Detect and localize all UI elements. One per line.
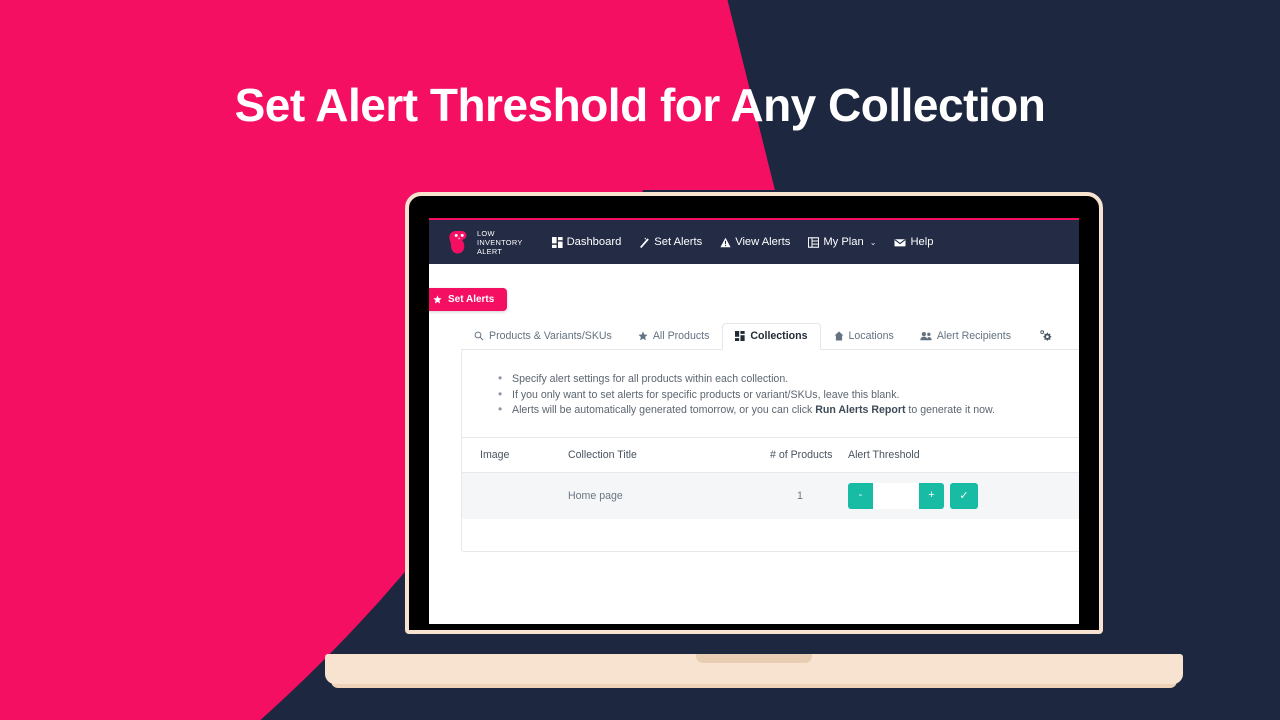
- app-navbar: LOW INVENTORY ALERT Dashboard Set Alerts…: [429, 218, 1079, 264]
- screenshot-stage: Set Alert Threshold for Any Collection L…: [0, 0, 1280, 720]
- table-icon: [808, 236, 820, 248]
- tab-label: Locations: [848, 330, 894, 342]
- threshold-stepper: - + ✓: [848, 482, 1079, 509]
- cell-product-count: 1: [797, 489, 803, 502]
- brand-logo[interactable]: LOW INVENTORY ALERT: [448, 229, 523, 256]
- star-icon: [433, 295, 442, 304]
- laptop-screen: LOW INVENTORY ALERT Dashboard Set Alerts…: [429, 218, 1079, 624]
- increment-button[interactable]: +: [919, 482, 944, 509]
- list-item: If you only want to set alerts for speci…: [498, 387, 1079, 404]
- run-alerts-report-link[interactable]: Run Alerts Report: [815, 404, 905, 416]
- envelope-icon: [894, 237, 906, 248]
- home-icon: [834, 331, 844, 341]
- table-header-row: Image Collection Title # of Products Ale…: [462, 436, 1079, 473]
- column-header-threshold: Alert Threshold: [848, 448, 920, 461]
- nav-label: Help: [910, 236, 934, 248]
- note-text: Alerts will be automatically generated t…: [512, 404, 816, 416]
- tab-label: Alert Recipients: [936, 330, 1012, 342]
- nav-item-help[interactable]: Help: [885, 236, 942, 248]
- list-item: Alerts will be automatically generated t…: [498, 402, 1079, 419]
- tab-alert-recipients[interactable]: Alert Recipients: [907, 323, 1024, 350]
- page-title: Set Alert Threshold for Any Collection: [234, 79, 1046, 131]
- search-icon: [474, 331, 484, 341]
- nav-item-my-plan[interactable]: My Plan ⌄: [799, 236, 885, 248]
- grid-icon: [735, 331, 746, 341]
- nav-label: Set Alerts: [654, 236, 703, 248]
- chevron-down-icon: ⌄: [869, 237, 877, 247]
- app-page: Set Alerts Products & Variants/SKUs All …: [429, 264, 1079, 624]
- column-header-count: # of Products: [770, 448, 833, 461]
- laptop-base: [325, 654, 1183, 684]
- tab-locations[interactable]: Locations: [821, 323, 907, 350]
- list-item: Specify alert settings for all products …: [498, 371, 1079, 388]
- owl-logo-icon: [448, 229, 470, 255]
- laptop-mockup: LOW INVENTORY ALERT Dashboard Set Alerts…: [405, 192, 1103, 634]
- decrement-button[interactable]: -: [848, 482, 873, 509]
- gear-icon: [1039, 329, 1052, 342]
- tab-label: Collections: [750, 330, 808, 342]
- set-alerts-badge[interactable]: Set Alerts: [429, 288, 508, 311]
- nav-item-set-alerts[interactable]: Set Alerts: [630, 236, 711, 248]
- note-text-tail: to generate it now.: [905, 404, 996, 416]
- laptop-trackpad-notch: [696, 654, 812, 663]
- note-text: Specify alert settings for all products …: [512, 373, 789, 385]
- wand-icon: [639, 237, 650, 248]
- column-header-image: Image: [480, 448, 510, 461]
- badge-label: Set Alerts: [448, 294, 495, 305]
- nav-item-dashboard[interactable]: Dashboard: [543, 236, 631, 248]
- tab-collections[interactable]: Collections: [722, 323, 821, 350]
- tab-bar: Products & Variants/SKUs All Products Co…: [461, 320, 1079, 350]
- grid-icon: [551, 236, 563, 248]
- confirm-threshold-button[interactable]: ✓: [950, 482, 978, 509]
- star-icon: [638, 331, 648, 341]
- cell-collection-title: Home page: [568, 489, 623, 502]
- tab-settings[interactable]: [1024, 322, 1062, 350]
- note-text: If you only want to set alerts for speci…: [512, 388, 900, 401]
- column-header-title: Collection Title: [568, 448, 637, 461]
- collections-card: Specify alert settings for all products …: [461, 350, 1079, 552]
- cell-alert-threshold: - + ✓: [848, 482, 1079, 509]
- people-icon: [920, 331, 932, 341]
- instruction-list: Specify alert settings for all products …: [498, 371, 1079, 419]
- table-row: Home page 1 - + ✓: [462, 472, 1079, 519]
- tab-all-products[interactable]: All Products: [625, 323, 723, 350]
- collections-table: Image Collection Title # of Products Ale…: [462, 436, 1079, 519]
- brand-name: LOW INVENTORY ALERT: [477, 228, 523, 256]
- nav-label: Dashboard: [566, 236, 622, 248]
- tab-label: Products & Variants/SKUs: [489, 330, 612, 342]
- warning-triangle-icon: [720, 237, 731, 248]
- nav-label: View Alerts: [735, 236, 791, 248]
- tab-products-variants-skus[interactable]: Products & Variants/SKUs: [461, 323, 625, 350]
- nav-item-view-alerts[interactable]: View Alerts: [711, 236, 799, 248]
- tab-label: All Products: [652, 330, 710, 342]
- stepper-group: - +: [848, 482, 944, 509]
- nav-label: My Plan: [823, 236, 864, 248]
- threshold-input[interactable]: [873, 482, 919, 509]
